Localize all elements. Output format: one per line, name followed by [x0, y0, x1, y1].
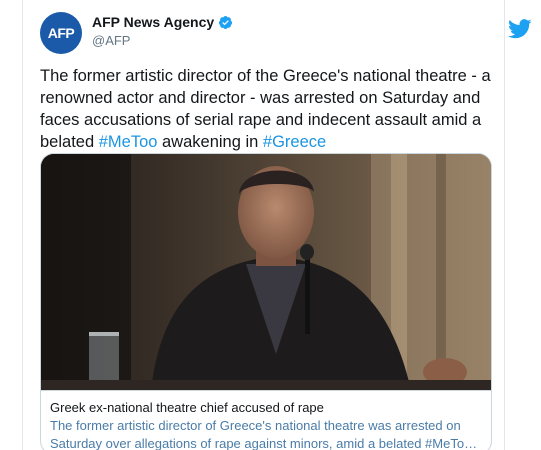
card-title[interactable]: Greek ex-national theatre chief accused … — [50, 399, 484, 417]
card-meta[interactable]: Greek ex-national theatre chief accused … — [41, 390, 491, 450]
avatar-text: AFP — [47, 25, 75, 41]
link-card[interactable]: Greek ex-national theatre chief accused … — [40, 153, 492, 450]
tweet-header: AFP AFP News Agency @AFP — [40, 10, 532, 54]
display-name-row: AFP News Agency — [92, 14, 233, 30]
tweet-text: The former artistic director of the Gree… — [40, 65, 500, 153]
twitter-bird-icon[interactable] — [508, 19, 532, 39]
author-block[interactable]: AFP News Agency @AFP — [92, 14, 233, 48]
handle[interactable]: @AFP — [92, 33, 233, 48]
verified-badge-icon — [218, 15, 233, 30]
avatar[interactable]: AFP — [40, 12, 82, 54]
card-image[interactable] — [41, 154, 491, 390]
display-name[interactable]: AFP News Agency — [92, 14, 214, 30]
page: AFP AFP News Agency @AFP The former arti… — [0, 0, 541, 450]
hashtag-greece[interactable]: #Greece — [263, 133, 326, 151]
card-photo-illustration — [41, 154, 491, 390]
hashtag-metoo[interactable]: #MeToo — [99, 133, 158, 151]
card-description-line2: Saturday over allegations of rape agains… — [50, 436, 478, 450]
tweet-body-middle: awakening in — [157, 133, 263, 151]
card-description-line1: The former artistic director of Greece's… — [50, 418, 461, 433]
